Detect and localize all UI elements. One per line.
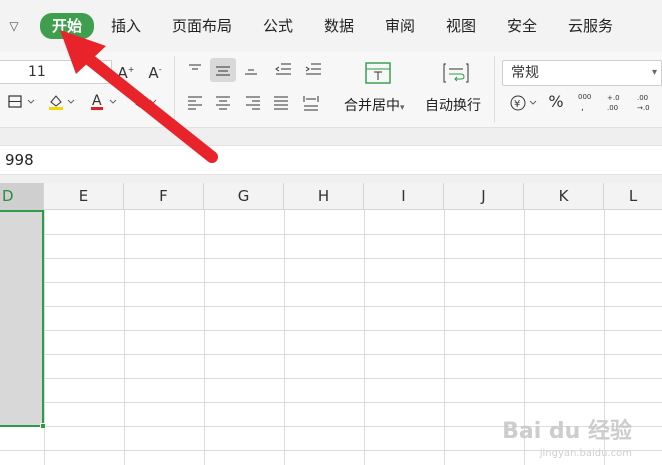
baidu-watermark-logo: Bai du 经验 xyxy=(502,419,632,444)
baidu-watermark-url: jingyan.baidu.com xyxy=(539,448,632,459)
annotation-arrow xyxy=(60,30,218,163)
